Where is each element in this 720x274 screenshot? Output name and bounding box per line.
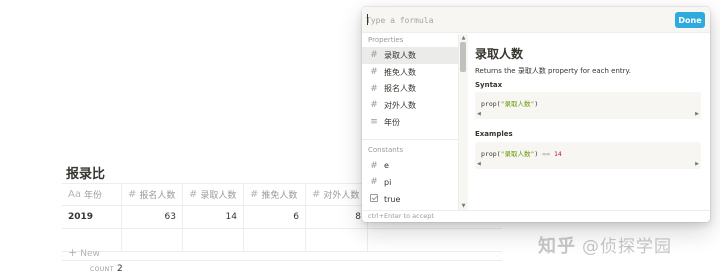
example-code: prop("录取人数") == 14 bbox=[481, 148, 562, 158]
code-string: "录取人数" bbox=[500, 100, 535, 108]
scroll-right-arrow-icon[interactable]: ▶ bbox=[695, 161, 699, 167]
table-row[interactable] bbox=[62, 229, 502, 252]
count-label: COUNT bbox=[90, 266, 114, 273]
code-operator: == bbox=[542, 150, 551, 158]
plus-icon: + bbox=[68, 246, 78, 259]
table-footer-divider bbox=[62, 260, 502, 261]
column-label: 报名人数 bbox=[139, 191, 176, 201]
code-close: ) bbox=[534, 100, 539, 108]
number-property-icon: # bbox=[128, 189, 137, 200]
number-property-icon: # bbox=[312, 189, 321, 200]
cell-recommended[interactable] bbox=[244, 229, 306, 251]
number-property-icon: # bbox=[189, 189, 198, 200]
syntax-code: prop("录取人数") bbox=[481, 98, 538, 108]
cell-formula[interactable] bbox=[368, 229, 502, 251]
formula-reference-list[interactable]: Properties # 录取人数 # 推免人数 # 报名人数 # 对外人数 ≡… bbox=[362, 34, 459, 210]
example-code-block: prop("录取人数") == 14 ◀ ▶ bbox=[475, 142, 701, 169]
property-item-admitted[interactable]: # 录取人数 bbox=[362, 47, 458, 64]
cell-admitted[interactable]: 14 bbox=[183, 206, 244, 228]
number-property-icon: # bbox=[250, 189, 259, 200]
column-label: 录取人数 bbox=[200, 191, 237, 201]
cell-external[interactable]: 8 bbox=[306, 206, 368, 228]
watermark: 知乎 @侦探学园 bbox=[538, 232, 672, 258]
row-count[interactable]: COUNT 2 bbox=[90, 264, 123, 274]
scroll-right-arrow-icon[interactable]: ▶ bbox=[695, 111, 699, 117]
column-header-external[interactable]: # 对外人数 bbox=[306, 184, 368, 205]
title-property-icon: Aa bbox=[68, 189, 81, 200]
column-header-admitted[interactable]: # 录取人数 bbox=[183, 184, 244, 205]
detail-description: Returns the 录取人数 property for each entry… bbox=[475, 67, 631, 75]
detail-title: 录取人数 bbox=[475, 47, 524, 61]
hash-icon: # bbox=[370, 50, 378, 61]
cell-applicants[interactable]: 63 bbox=[122, 206, 183, 228]
syntax-code-block: prop("录取人数") ◀ ▶ bbox=[475, 92, 701, 119]
cell-year[interactable]: 2019 bbox=[62, 206, 122, 228]
section-title-constants: Constants bbox=[368, 146, 404, 155]
property-label: 对外人数 bbox=[384, 100, 416, 110]
column-header-year[interactable]: Aa 年份 bbox=[62, 184, 122, 205]
constant-item-e[interactable]: # e bbox=[362, 157, 458, 174]
section-divider bbox=[362, 130, 458, 141]
property-label: 推免人数 bbox=[384, 67, 416, 77]
examples-heading: Examples bbox=[475, 130, 513, 138]
formula-input[interactable] bbox=[366, 13, 666, 27]
scroll-left-arrow-icon[interactable]: ◀ bbox=[477, 111, 481, 117]
property-item-year[interactable]: ≡ 年份 bbox=[362, 114, 458, 131]
constant-item-true[interactable]: true bbox=[362, 191, 458, 208]
hash-icon: # bbox=[370, 67, 378, 78]
hash-icon: # bbox=[370, 160, 378, 171]
popover-footer: ctrl+Enter to accept bbox=[362, 210, 710, 222]
watermark-brand: 知乎 bbox=[538, 236, 576, 257]
code-fn: prop( bbox=[481, 150, 501, 158]
scrollbar-thumb[interactable] bbox=[460, 42, 466, 72]
watermark-handle: @侦探学园 bbox=[582, 237, 672, 257]
code-number: 14 bbox=[554, 150, 562, 158]
accept-hint: ctrl+Enter to accept bbox=[368, 212, 434, 220]
property-item-external[interactable]: # 对外人数 bbox=[362, 97, 458, 114]
property-label: 年份 bbox=[384, 117, 400, 127]
syntax-heading: Syntax bbox=[475, 81, 503, 89]
formula-detail-panel: 录取人数 Returns the 录取人数 property for each … bbox=[475, 34, 707, 210]
property-item-recommended[interactable]: # 推免人数 bbox=[362, 64, 458, 81]
column-header-recommended[interactable]: # 推免人数 bbox=[244, 184, 306, 205]
scroll-down-arrow-icon[interactable]: ▼ bbox=[460, 203, 467, 209]
cell-applicants[interactable] bbox=[122, 229, 183, 251]
list-scrollbar[interactable]: ▲ ▼ bbox=[459, 34, 468, 210]
cell-external[interactable] bbox=[306, 229, 368, 251]
property-label: 报名人数 bbox=[384, 84, 416, 94]
text-caret bbox=[367, 14, 368, 25]
cell-recommended[interactable]: 6 bbox=[244, 206, 306, 228]
code-fn: prop( bbox=[481, 100, 501, 108]
code-horizontal-scrollbar[interactable]: ◀ ▶ bbox=[475, 161, 701, 168]
property-label: 录取人数 bbox=[384, 50, 416, 60]
formula-input-bar: Done bbox=[362, 7, 710, 33]
section-title-properties: Properties bbox=[368, 36, 404, 44]
constant-label: true bbox=[384, 194, 401, 204]
done-button[interactable]: Done bbox=[675, 12, 705, 28]
hash-icon: # bbox=[370, 100, 378, 111]
code-close: ) bbox=[534, 150, 539, 158]
column-label: 年份 bbox=[83, 191, 102, 201]
text-icon: ≡ bbox=[370, 117, 378, 128]
code-string: "录取人数" bbox=[500, 150, 535, 158]
cell-admitted[interactable] bbox=[183, 229, 244, 251]
checkbox-icon bbox=[368, 193, 380, 205]
scroll-up-arrow-icon[interactable]: ▲ bbox=[460, 35, 467, 41]
scroll-left-arrow-icon[interactable]: ◀ bbox=[477, 161, 481, 167]
count-value: 2 bbox=[116, 264, 123, 274]
new-row-label: New bbox=[80, 249, 100, 259]
formula-editor-popover: Done Properties # 录取人数 # 推免人数 # 报名人数 # 对… bbox=[362, 7, 710, 222]
property-item-applicants[interactable]: # 报名人数 bbox=[362, 80, 458, 97]
code-horizontal-scrollbar[interactable]: ◀ ▶ bbox=[475, 111, 701, 118]
constant-item-pi[interactable]: # pi bbox=[362, 174, 458, 191]
column-header-applicants[interactable]: # 报名人数 bbox=[122, 184, 183, 205]
column-label: 推免人数 bbox=[261, 191, 298, 201]
constant-label: pi bbox=[384, 177, 392, 187]
column-label: 对外人数 bbox=[323, 191, 360, 201]
hash-icon: # bbox=[370, 83, 378, 94]
new-row-button[interactable]: + New bbox=[68, 246, 100, 259]
hash-icon: # bbox=[370, 177, 378, 188]
constant-label: e bbox=[384, 161, 389, 171]
database-title[interactable]: 报录比 bbox=[66, 163, 105, 182]
